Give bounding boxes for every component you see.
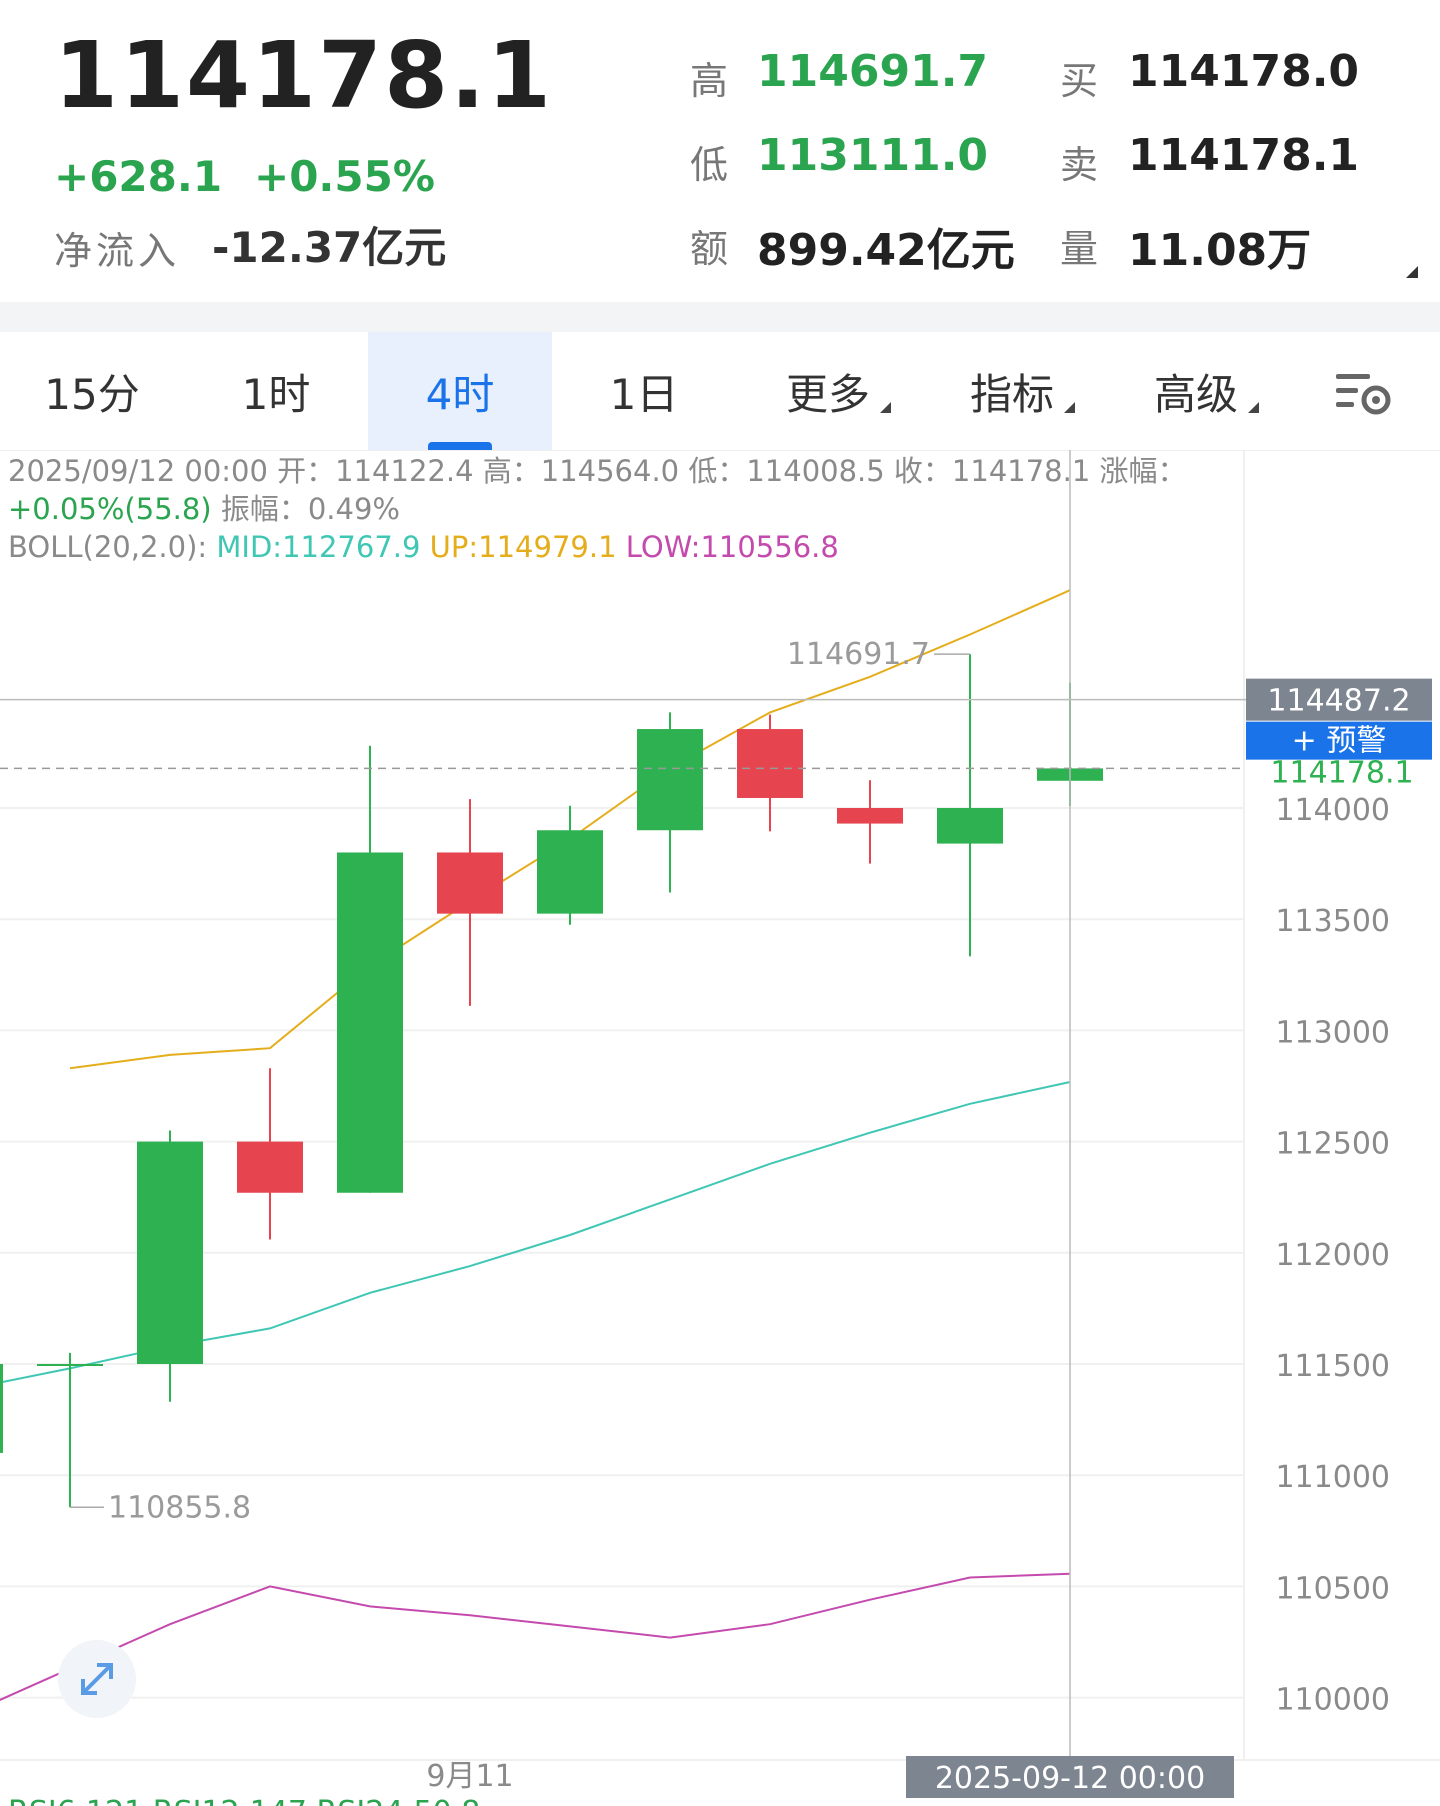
y-tick-label: 113000 — [1275, 1015, 1390, 1050]
candle-body-up — [137, 1141, 203, 1364]
kline-chart[interactable]: 114487.2 + 预警 114691.7 110855.8 114000 11350… — [0, 450, 1440, 1806]
bid-value: 114178.0 — [1128, 46, 1360, 97]
period-tab-bar: 15分 1时 4时 1日 更多 指标 高级 — [0, 332, 1440, 451]
price-change: +628.1 — [54, 152, 223, 201]
tab-1day[interactable]: 1日 — [552, 332, 736, 450]
y-tick-label: 112500 — [1275, 1127, 1390, 1162]
tab-advanced[interactable]: 高级 — [1104, 332, 1288, 450]
turnover-value: 899.42亿元 — [757, 225, 1015, 276]
last-price: 114178.1 — [54, 22, 554, 129]
ask-value: 114178.1 — [1128, 130, 1360, 181]
volume-value: 11.08万 — [1128, 225, 1312, 276]
volume-label: 量 — [1060, 227, 1099, 271]
time-axis: 9月11 2025-09-12 00:00 RSI6:121 RSI12:147 R… — [8, 1756, 1234, 1806]
dropdown-triangle-icon — [880, 402, 891, 413]
expand-quote-icon[interactable] — [1406, 266, 1418, 278]
candlestick-series — [0, 654, 1103, 1508]
expand-arrows-icon — [81, 1663, 113, 1695]
tab-indicators[interactable]: 指标 — [920, 332, 1104, 450]
max-price-marker: 114691.7 — [787, 637, 930, 672]
candle-body-down — [737, 729, 803, 798]
chart-settings-icon[interactable] — [1334, 370, 1394, 418]
candle-body-up — [37, 1364, 103, 1366]
rsi-legend-partial: RSI6:121 RSI12:147 RSI24:50.8 — [8, 1795, 480, 1806]
tab-label: 更多 — [785, 369, 870, 419]
candle-body-up — [937, 808, 1003, 844]
candle-body-up — [337, 852, 403, 1193]
high-label: 高 — [690, 59, 729, 103]
tab-1hour[interactable]: 1时 — [184, 332, 368, 450]
y-tick-label: 113500 — [1275, 904, 1390, 939]
tab-4hour[interactable]: 4时 — [368, 332, 552, 450]
candle-body-up — [0, 1364, 3, 1453]
candle-body-down — [837, 808, 903, 824]
candle-body-down — [437, 852, 503, 914]
tab-label: 指标 — [969, 369, 1054, 419]
dropdown-triangle-icon — [1248, 402, 1259, 413]
tab-15min[interactable]: 15分 — [0, 332, 184, 450]
last-price-tag: 114178.1 — [1270, 755, 1413, 790]
active-tab-indicator — [428, 442, 492, 450]
x-tick-label: 9月11 — [426, 1759, 513, 1794]
quote-header: 114178.1 +628.1 +0.55% 净流入 -12.37亿元 高 11… — [0, 0, 1440, 302]
min-price-marker: 110855.8 — [108, 1490, 251, 1525]
ask-label: 卖 — [1060, 143, 1099, 187]
candle-body-down — [237, 1141, 303, 1193]
boll-lower-line — [0, 1572, 1071, 1701]
y-tick-label: 110500 — [1275, 1571, 1390, 1606]
y-tick-label: 112000 — [1275, 1238, 1390, 1273]
tab-label: 1日 — [609, 369, 679, 419]
tab-label: 15分 — [44, 369, 140, 419]
section-divider — [0, 302, 1440, 332]
high-value: 114691.7 — [757, 46, 989, 97]
y-tick-label: 110000 — [1275, 1683, 1390, 1718]
price-axis: 114000 113500 113000 112500 112000 111500 1110… — [1270, 755, 1413, 1717]
candle-body-up — [537, 830, 603, 914]
turnover-label: 额 — [690, 227, 729, 271]
price-change-percent: +0.55% — [254, 152, 435, 201]
net-inflow-value: -12.37亿元 — [212, 223, 447, 272]
tab-more[interactable]: 更多 — [736, 332, 920, 450]
net-inflow-label: 净流入 — [54, 229, 181, 273]
bid-label: 买 — [1060, 59, 1099, 103]
alert-button-label: + 预警 — [1292, 724, 1387, 759]
y-tick-label: 111500 — [1275, 1349, 1390, 1384]
tab-label: 4时 — [425, 369, 495, 419]
dropdown-triangle-icon — [1064, 402, 1075, 413]
tab-label: 1时 — [241, 369, 311, 419]
tab-label: 高级 — [1153, 369, 1238, 419]
chart-annotations: 114487.2 + 预警 114691.7 110855.8 — [0, 450, 1432, 1760]
fullscreen-button[interactable] — [58, 1640, 136, 1718]
crosshair-price-label: 114487.2 — [1267, 684, 1410, 719]
candle-body-up — [637, 729, 703, 831]
crosshair-time-label: 2025-09-12 00:00 — [935, 1761, 1205, 1796]
y-tick-label: 111000 — [1275, 1460, 1390, 1495]
low-label: 低 — [690, 143, 729, 187]
low-value: 113111.0 — [757, 130, 989, 181]
y-tick-label: 114000 — [1275, 793, 1390, 828]
chart-grid — [0, 450, 1440, 1761]
